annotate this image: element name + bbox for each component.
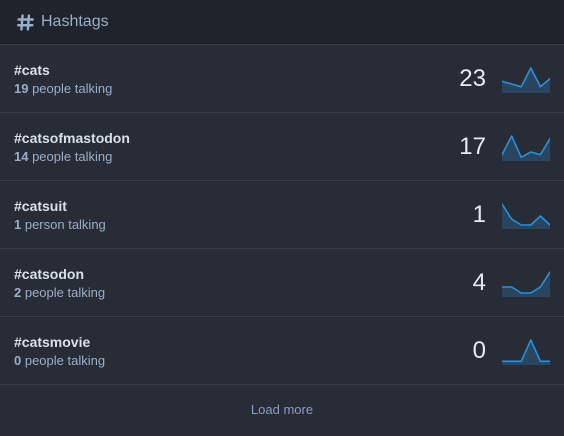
- sparkline-area: [502, 67, 550, 93]
- trend-sparkline: [502, 134, 550, 161]
- uses-count: 4: [472, 268, 486, 296]
- hashtag-info: #catsofmastodon 14 people talking: [14, 129, 426, 165]
- panel-title: Hashtags: [41, 13, 109, 30]
- people-suffix: people talking: [28, 148, 113, 164]
- panel-header: Hashtags: [0, 0, 564, 45]
- trend-sparkline: [502, 202, 550, 229]
- trend-sparkline: [502, 66, 550, 93]
- hashtag-link[interactable]: #catsodon: [14, 265, 426, 283]
- people-talking-text: 19 people talking: [14, 80, 426, 97]
- people-talking-text: 0 people talking: [14, 352, 426, 369]
- hashtag-row[interactable]: #catsodon 2 people talking 4: [0, 249, 564, 317]
- people-talking-text: 1 person talking: [14, 216, 426, 233]
- people-count: 14: [14, 148, 29, 164]
- hashtag-list: #cats 19 people talking 23 #catsofmastodon 1…: [0, 45, 564, 385]
- trend-sparkline: [502, 270, 550, 297]
- hashtag-icon: [16, 13, 34, 31]
- uses-count: 17: [459, 132, 486, 160]
- hashtag-link[interactable]: #catsmovie: [14, 333, 426, 351]
- hashtag-info: #catsodon 2 people talking: [14, 265, 426, 301]
- trend-sparkline: [502, 338, 550, 365]
- hashtag-link[interactable]: #catsofmastodon: [14, 129, 426, 147]
- hashtags-panel: Hashtags #cats 19 people talking 23 #catsof…: [0, 0, 564, 436]
- hashtag-row[interactable]: #cats 19 people talking 23: [0, 45, 564, 113]
- hashtag-row[interactable]: #catsuit 1 person talking 1: [0, 181, 564, 249]
- uses-count: 1: [472, 200, 486, 228]
- people-talking-text: 2 people talking: [14, 284, 426, 301]
- people-suffix: people talking: [21, 352, 106, 368]
- hashtag-info: #catsuit 1 person talking: [14, 197, 426, 233]
- hashtag-row[interactable]: #catsmovie 0 people talking 0: [0, 317, 564, 385]
- people-suffix: person talking: [21, 216, 106, 232]
- people-suffix: people talking: [21, 284, 106, 300]
- uses-count: 0: [472, 336, 486, 364]
- people-suffix: people talking: [28, 80, 113, 96]
- hashtag-link[interactable]: #catsuit: [14, 197, 426, 215]
- hashtag-info: #cats 19 people talking: [14, 61, 426, 97]
- hashtag-info: #catsmovie 0 people talking: [14, 333, 426, 369]
- panel-footer: Load more: [0, 385, 564, 433]
- people-talking-text: 14 people talking: [14, 148, 426, 165]
- hashtag-link[interactable]: #cats: [14, 61, 426, 79]
- hashtag-row[interactable]: #catsofmastodon 14 people talking 17: [0, 113, 564, 181]
- uses-count: 23: [459, 64, 486, 92]
- load-more-button[interactable]: Load more: [251, 402, 313, 417]
- people-count: 19: [14, 80, 29, 96]
